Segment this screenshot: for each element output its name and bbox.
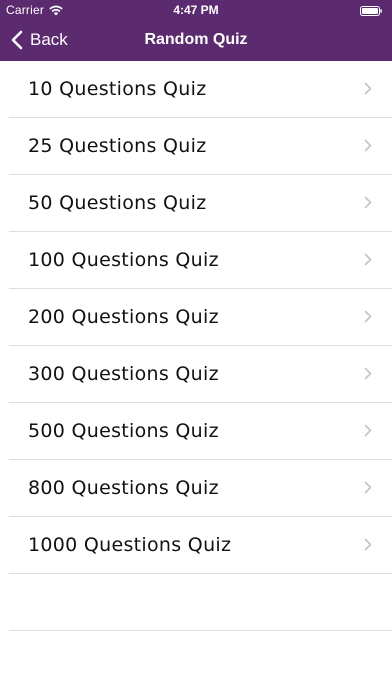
list-item-label: 50 Questions Quiz: [28, 192, 207, 214]
list-item-label: 10 Questions Quiz: [28, 78, 207, 100]
chevron-right-icon: [364, 310, 372, 323]
chevron-right-icon: [364, 424, 372, 437]
empty-row: [0, 574, 392, 631]
list-item-label: 200 Questions Quiz: [28, 306, 219, 328]
status-bar: Carrier 4:47 PM: [0, 0, 392, 20]
list-item-label: 100 Questions Quiz: [28, 249, 219, 271]
random-quiz-screen: Carrier 4:47 PM Back Random Quiz 10 Ques…: [0, 0, 392, 696]
navigation-bar: Back Random Quiz: [0, 20, 392, 61]
list-item-100-questions-quiz[interactable]: 100 Questions Quiz: [0, 232, 392, 289]
chevron-right-icon: [364, 82, 372, 95]
status-time: 4:47 PM: [173, 3, 219, 17]
chevron-right-icon: [364, 139, 372, 152]
chevron-right-icon: [364, 253, 372, 266]
list-item-500-questions-quiz[interactable]: 500 Questions Quiz: [0, 403, 392, 460]
list-item-1000-questions-quiz[interactable]: 1000 Questions Quiz: [0, 517, 392, 574]
quiz-list: 10 Questions Quiz 25 Questions Quiz 50 Q…: [0, 61, 392, 631]
list-item-10-questions-quiz[interactable]: 10 Questions Quiz: [0, 61, 392, 118]
list-item-label: 500 Questions Quiz: [28, 420, 219, 442]
chevron-right-icon: [364, 367, 372, 380]
list-item-label: 25 Questions Quiz: [28, 135, 207, 157]
list-item-800-questions-quiz[interactable]: 800 Questions Quiz: [0, 460, 392, 517]
battery-icon: [360, 5, 382, 16]
list-item-25-questions-quiz[interactable]: 25 Questions Quiz: [0, 118, 392, 175]
chevron-right-icon: [364, 481, 372, 494]
chevron-right-icon: [364, 538, 372, 551]
list-item-label: 800 Questions Quiz: [28, 477, 219, 499]
list-item-label: 300 Questions Quiz: [28, 363, 219, 385]
app-header: Carrier 4:47 PM Back Random Quiz: [0, 0, 392, 61]
page-title: Random Quiz: [144, 31, 248, 48]
list-item-50-questions-quiz[interactable]: 50 Questions Quiz: [0, 175, 392, 232]
list-item-200-questions-quiz[interactable]: 200 Questions Quiz: [0, 289, 392, 346]
list-item-label: 1000 Questions Quiz: [28, 534, 232, 556]
list-item-300-questions-quiz[interactable]: 300 Questions Quiz: [0, 346, 392, 403]
chevron-right-icon: [364, 196, 372, 209]
